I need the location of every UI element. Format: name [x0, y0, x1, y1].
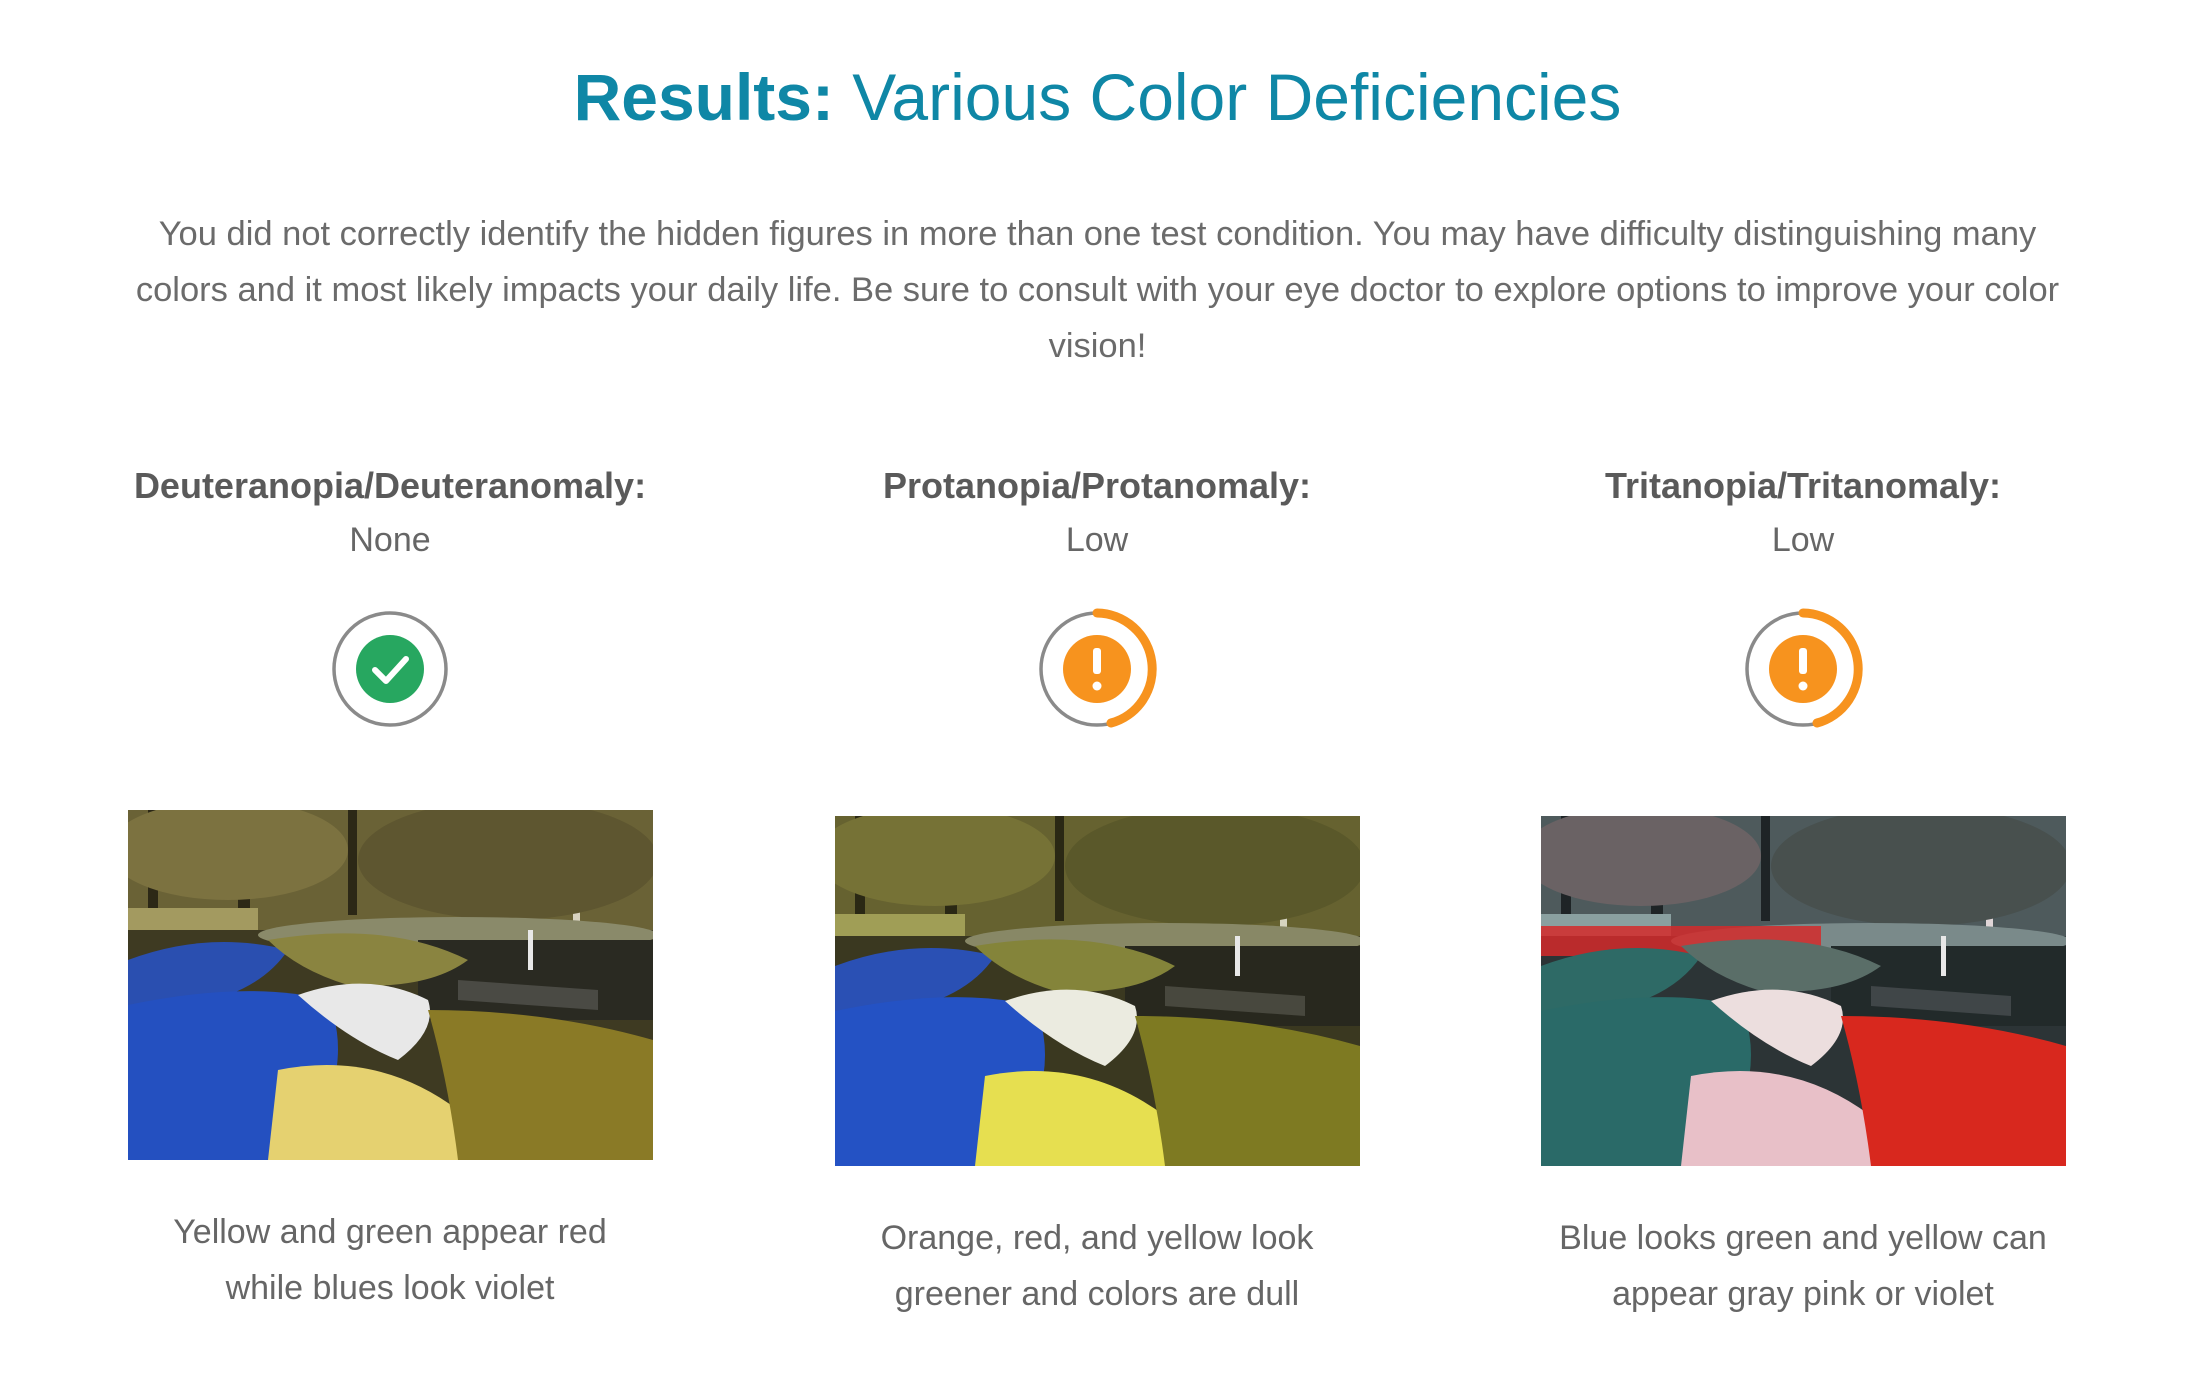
condition-level: None: [349, 521, 431, 559]
title-rest: Various Color Deficiencies: [833, 60, 1622, 134]
check-circle-icon: [332, 611, 448, 727]
result-card-protanopia: Protanopia/Protanomaly: Low Orange, red,…: [817, 462, 1377, 1322]
condition-level: Low: [1771, 521, 1835, 559]
title-bold: Results:: [573, 60, 834, 134]
garden-image-protanopia: [834, 816, 1360, 1166]
garden-image-deuteranopia: [127, 810, 653, 1160]
condition-caption: Orange, red, and yellow look greener and…: [880, 1219, 1314, 1313]
warning-circle-icon: [1745, 608, 1863, 728]
warning-circle-icon: [1039, 608, 1157, 728]
garden-image-tritanopia: [1540, 816, 2066, 1166]
condition-title: Protanopia/Protanomaly:: [882, 465, 1312, 506]
result-card-tritanopia: Tritanopia/Tritanomaly: Low Blue looks g…: [1523, 462, 2083, 1322]
result-card-deuteranopia: Deuteranopia/Deuteranomaly: None Yellow …: [110, 462, 670, 1316]
page-title: Results: Various Color Deficiencies: [0, 52, 2195, 142]
results-summary: You did not correctly identify the hidde…: [135, 215, 2060, 365]
condition-caption: Yellow and green appear red while blues …: [173, 1213, 607, 1307]
condition-title: Tritanopia/Tritanomaly:: [1604, 465, 2002, 506]
condition-title: Deuteranopia/Deuteranomaly:: [133, 465, 647, 506]
condition-caption: Blue looks green and yellow can appear g…: [1559, 1219, 2047, 1313]
condition-level: Low: [1065, 521, 1129, 559]
